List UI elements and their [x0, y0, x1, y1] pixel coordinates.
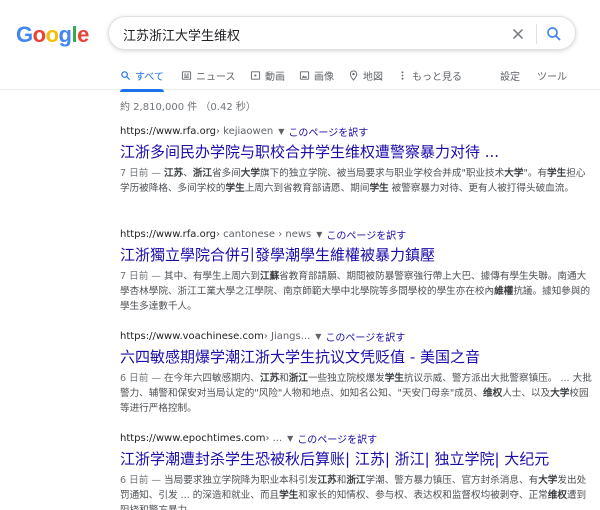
tab-more[interactable]: もっと見る [397, 68, 462, 83]
search-box [108, 16, 576, 50]
tab-label: すべて [135, 72, 164, 83]
tab-label: 動画 [265, 72, 285, 83]
logo-letter: o [32, 22, 46, 47]
result-cite: https://www.epochtimes.com › ... ▼ このページを訳… [120, 431, 592, 446]
result-snippet: 6 日前 — 当局要求独立学院降为职业本科引发江苏和浙江学潮、警方暴力镇压、官方… [120, 473, 592, 510]
search-result: https://www.epochtimes.com › ... ▼ このページを訳… [120, 431, 592, 510]
result-snippet: 7 日前 — 其中、有學生上周六到江蘇省教育部請願、期間被防暴警察強行帶上大巴、… [120, 269, 592, 314]
news-icon [181, 71, 192, 80]
tab-label: もっと見る [412, 72, 462, 83]
google-logo[interactable]: Google [16, 22, 89, 48]
tab-all[interactable]: すべて [120, 68, 164, 92]
result-cite: https://www.rfa.org › cantonese › news ▼ こ… [120, 227, 592, 242]
more-vert-icon [401, 71, 404, 80]
search-result: https://www.rfa.org › kejiaowen ▼ このページを訳す… [120, 124, 592, 196]
translate-link[interactable]: このページを訳す [297, 431, 377, 446]
result-url[interactable]: https://www.rfa.org [120, 126, 216, 137]
result-date: 7 日前 — [120, 271, 165, 282]
logo-letter: g [58, 22, 72, 47]
result-url[interactable]: https://www.voachinese.com [120, 331, 264, 342]
video-icon [250, 71, 261, 80]
tab-video[interactable]: 動画 [250, 68, 285, 83]
result-date: 6 日前 — [120, 475, 165, 486]
caret-down-icon[interactable]: ▼ [287, 434, 293, 443]
map-pin-icon [349, 70, 358, 81]
search-icon[interactable] [545, 25, 563, 43]
result-title[interactable]: 六四敏感期爆学潮江浙大学生抗议文凭贬值 - 美国之音 [120, 347, 592, 367]
search-icon [121, 71, 131, 81]
search-result: https://www.voachinese.com › Jiangs... ▼ こ… [120, 329, 592, 416]
caret-down-icon[interactable]: ▼ [278, 127, 284, 136]
tab-settings[interactable]: 設定 [500, 68, 520, 83]
result-cite: https://www.voachinese.com › Jiangs... ▼ こ… [120, 329, 592, 344]
snippet-text: 在今年六四敏感期内、江苏和浙江一些独立院校爆发学生抗议示威、警方派出大批警察镇压… [120, 373, 592, 414]
tab-label: ニュース [196, 72, 236, 83]
tab-images[interactable]: 画像 [299, 68, 334, 83]
logo-letter: G [16, 22, 33, 47]
result-title[interactable]: 江浙学潮遭封杀学生恐被秋后算账| 江苏| 浙江| 独立学院| 大纪元 [120, 449, 592, 469]
tab-label: 設定 [500, 72, 520, 83]
result-snippet: 6 日前 — 在今年六四敏感期内、江苏和浙江一些独立院校爆发学生抗议示威、警方派… [120, 371, 592, 416]
search-result: https://www.rfa.org › cantonese › news ▼ こ… [120, 227, 592, 314]
tab-news[interactable]: ニュース [181, 68, 236, 83]
translate-link[interactable]: このページを訳す [288, 124, 368, 139]
result-date: 6 日前 — [120, 373, 165, 384]
translate-link[interactable]: このページを訳す [325, 329, 405, 344]
result-path: › kejiaowen [215, 125, 274, 137]
result-path: › Jiangs... [263, 330, 311, 342]
snippet-text: 江苏、浙江省多间大学旗下的独立学院、被当局要求与职业学校合并成"职业技术大学"。… [120, 168, 586, 194]
logo-letter: o [45, 22, 59, 47]
tab-maps[interactable]: 地図 [348, 68, 383, 83]
caret-down-icon[interactable]: ▼ [316, 230, 322, 239]
tab-label: 画像 [314, 72, 334, 83]
result-path: › ... [265, 432, 283, 444]
tab-tools[interactable]: ツール [537, 68, 567, 83]
tab-label: 地図 [363, 72, 383, 83]
divider [536, 24, 537, 44]
search-input[interactable] [123, 24, 503, 44]
snippet-text: 当局要求独立学院降为职业本科引发江苏和浙江学潮、警方暴力镇压、官方封杀消息、有大… [120, 475, 587, 510]
logo-letter: e [77, 22, 89, 47]
result-url[interactable]: https://www.rfa.org [120, 229, 216, 240]
search-tabs: すべて ニュース 動画 画像 地図 もっと見る 設定 ツール [0, 62, 600, 92]
result-path: › cantonese › news [215, 228, 312, 240]
result-snippet: 7 日前 — 江苏、浙江省多间大学旗下的独立学院、被当局要求与职业学校合并成"职… [120, 166, 592, 196]
snippet-text: 其中、有學生上周六到江蘇省教育部請願、期間被防暴警察強行帶上大巴、據傳有學生失聯… [120, 271, 591, 312]
image-icon [299, 71, 310, 80]
result-title[interactable]: 江浙獨立學院合併引發學潮學生維權被暴力鎮壓 [120, 245, 592, 265]
header: Google [0, 0, 600, 62]
result-date: 7 日前 — [120, 168, 165, 179]
result-stats: 約 2,810,000 件 （0.42 秒） [120, 102, 256, 113]
result-url[interactable]: https://www.epochtimes.com [120, 433, 265, 444]
translate-link[interactable]: このページを訳す [326, 227, 406, 242]
close-icon[interactable] [509, 25, 527, 43]
result-title[interactable]: 江浙多间民办学院与职校合并学生维权遭警察暴力对待 ... [120, 142, 592, 162]
tab-label: ツール [537, 72, 567, 83]
caret-down-icon[interactable]: ▼ [315, 332, 321, 341]
result-cite: https://www.rfa.org › kejiaowen ▼ このページを訳す [120, 124, 592, 139]
